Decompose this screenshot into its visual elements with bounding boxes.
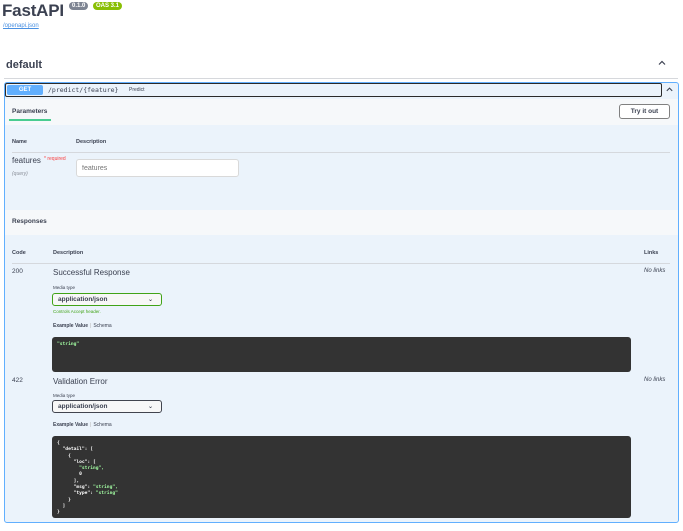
response-description: Successful Response [53,268,130,277]
example-json: { "detail": [ { "loc": [ "string", 0 ], … [52,436,631,522]
resp-col-description: Description [53,250,84,256]
responses-title: Responses [12,218,47,225]
example-string: "string" [57,342,80,347]
code-line-string: "string", [79,466,105,472]
tab-parameters[interactable]: Parameters [12,108,47,115]
method-badge: GET [7,85,43,95]
response-links: No links [644,268,666,274]
media-type-value: application/json [58,403,108,410]
resp-header-line [12,263,670,264]
tag-divider [4,78,678,79]
response-code: 200 [12,268,23,275]
param-name: features [12,156,41,165]
media-type-select[interactable]: application/json ⌄ [52,293,162,306]
operation-summary-text: Predict [129,87,145,93]
code-line-key: { [57,441,60,446]
tab-schema[interactable]: Schema [93,323,111,329]
code-line-key [57,466,79,471]
response-links: No links [644,377,666,383]
features-input[interactable] [76,159,239,177]
responses-header [5,210,678,235]
openapi-spec-link[interactable]: /openapi.json [3,23,39,29]
code-line-key: } [57,497,71,503]
code-line-key: "msg": [57,485,93,491]
param-required: * required [44,156,66,162]
code-line-key: "loc": [ [57,459,96,465]
example-code-block: { "detail": [ { "loc": [ "string", 0 ], … [52,436,631,518]
param-col-description: Description [76,139,107,145]
tab-example-value[interactable]: Example Value [53,422,88,428]
code-line-key: } [57,510,60,516]
code-line-key: 0 [57,472,82,478]
media-type-label: Media type [53,393,76,398]
code-line-key: ], [57,478,80,484]
media-type-select[interactable]: application/json ⌄ [52,400,162,413]
chevron-down-icon: ⌄ [147,297,153,303]
code-line-key: "detail": [ [57,447,93,453]
try-it-out-button[interactable]: Try it out [619,104,670,119]
code-line-key: "type": [57,491,96,497]
chevron-down-icon: ⌄ [147,404,153,410]
operation-path: /predict/{feature} [48,86,119,94]
resp-col-code: Code [12,250,26,256]
media-type-value: application/json [58,296,108,303]
parameters-header [5,99,678,125]
required-label: required [47,156,66,162]
version-badge: 0.1.0 [69,2,89,10]
required-star: * [44,156,46,162]
example-tabs: Example Value | Schema [53,323,112,329]
app-title: FastAPI [2,1,64,20]
code-line-key: { [57,453,71,459]
tab-underline [9,119,51,121]
resp-col-links: Links [644,250,659,256]
tab-example-value[interactable]: Example Value [53,323,88,329]
chevron-up-icon[interactable] [657,58,667,68]
media-type-label: Media type [53,285,76,290]
oas-badge: OAS 3.1 [93,2,123,10]
controls-accept-note: Controls Accept header. [53,309,101,314]
code-line-string: "string" [95,491,118,497]
param-location: (query) [12,171,28,177]
code-line-key: ] [57,503,66,509]
tag-title[interactable]: default [6,59,42,71]
param-col-name: Name [12,139,27,145]
param-header-line [12,152,670,153]
chevron-up-icon[interactable] [665,85,674,94]
response-description: Validation Error [53,377,108,386]
code-line-string: "string", [92,485,118,491]
example-tabs: Example Value | Schema [53,422,112,428]
tab-schema[interactable]: Schema [93,422,111,428]
response-code: 422 [12,377,23,384]
example-code-block: "string" [52,337,631,372]
